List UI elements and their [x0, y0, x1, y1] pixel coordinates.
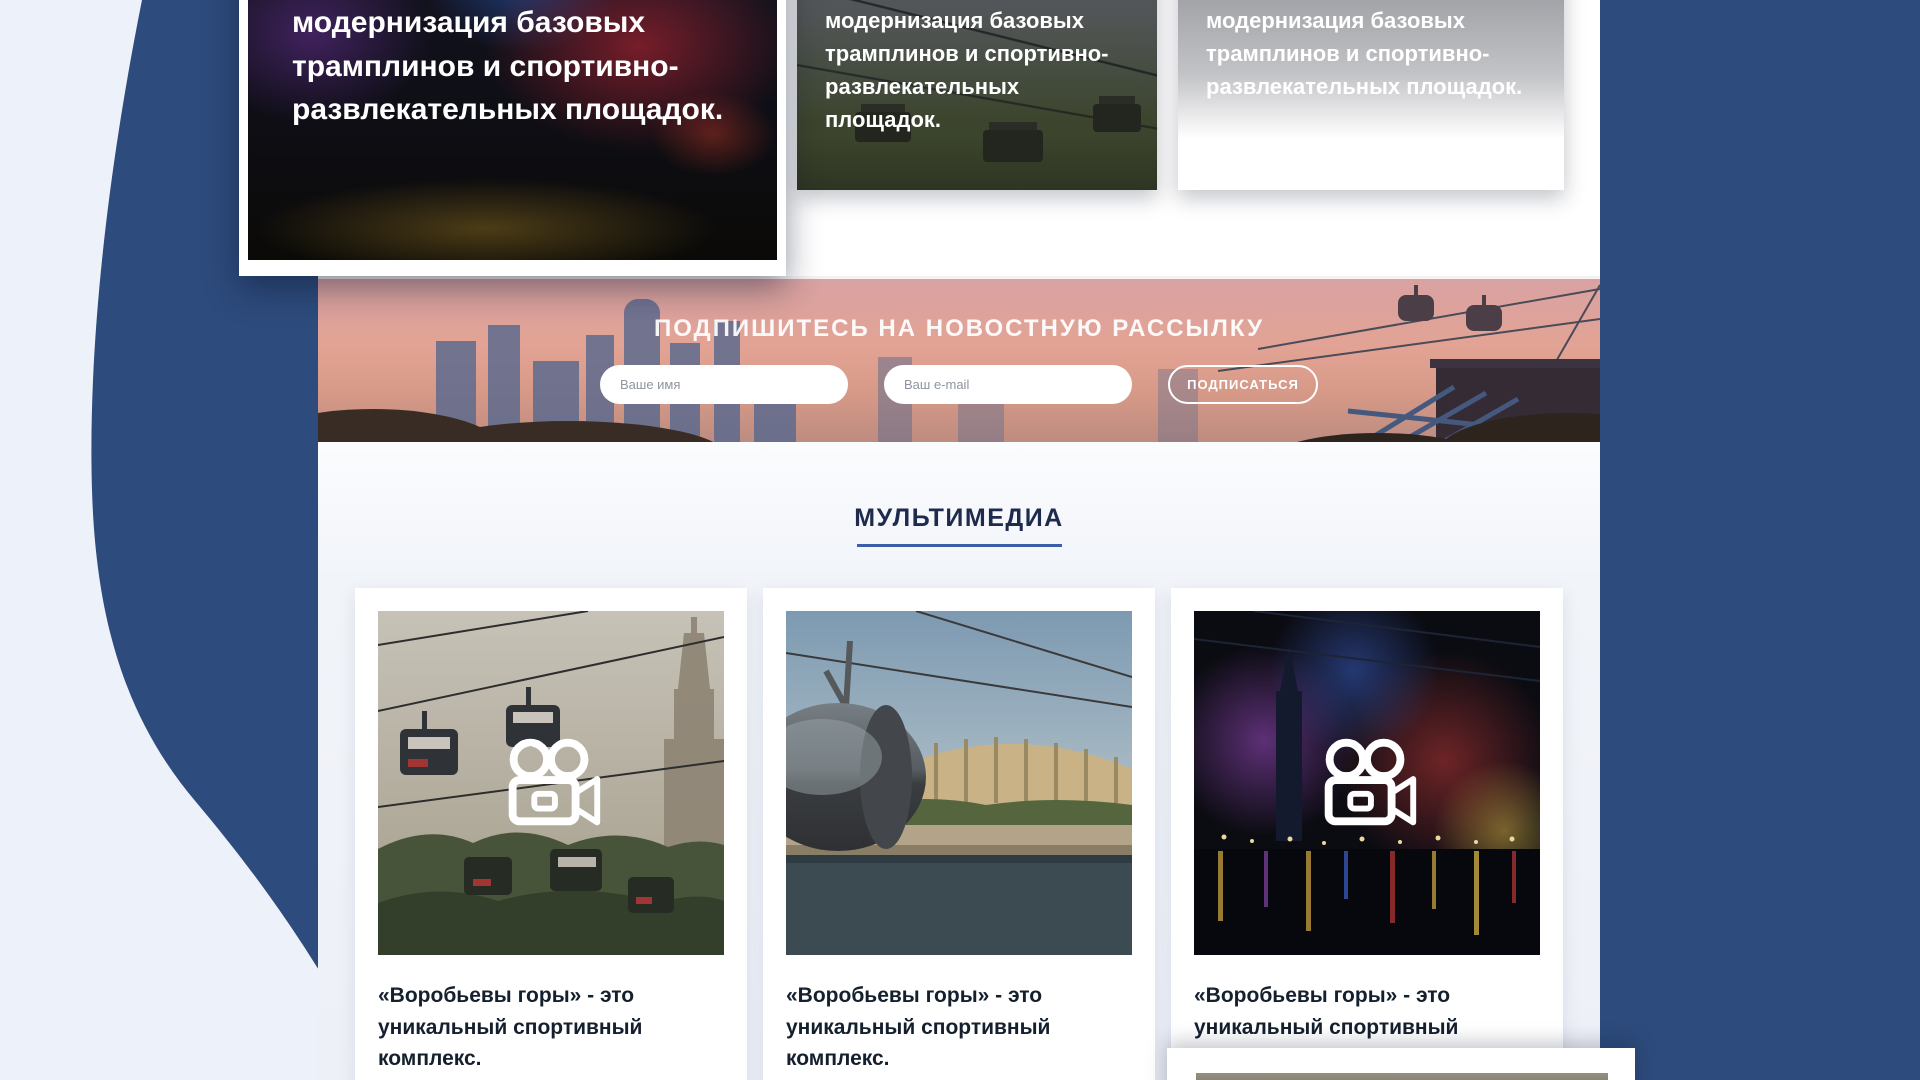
media-caption: «Воробьевы горы» - это уникальный спорти…	[378, 980, 724, 1075]
night-fireworks-image: модернизация базовых трамплинов и спорти…	[248, 0, 777, 260]
media-caption: «Воробьевы горы» - это уникальный спорти…	[786, 980, 1132, 1075]
hero-card-station-interior[interactable]: модернизация базовых трамплинов и спорти…	[1178, 0, 1564, 190]
media-card-night-show[interactable]: «Воробьевы горы» - это уникальный спорти…	[1171, 588, 1563, 1080]
hero-card-night-fireworks[interactable]: модернизация базовых трамплинов и спорти…	[239, 0, 786, 276]
newsletter-form: ПОДПИСАТЬСЯ	[318, 365, 1600, 404]
video-camera-icon	[492, 733, 610, 833]
media-card-cableway-msu[interactable]: «Воробьевы горы» - это уникальный спорти…	[355, 588, 747, 1080]
bottom-popup-panel[interactable]	[1167, 1048, 1635, 1080]
media-thumbnail	[378, 611, 724, 955]
media-thumbnail	[1194, 611, 1540, 955]
name-input[interactable]	[600, 365, 848, 404]
gondola-stadium-image	[786, 611, 1132, 955]
multimedia-title: МУЛЬТИМЕДИА	[318, 504, 1600, 533]
newsletter-banner: ПОДПИШИТЕСЬ НА НОВОСТНУЮ РАССЫЛКУ ПОДПИС…	[318, 276, 1600, 442]
popup-preview-image	[1196, 1073, 1608, 1080]
media-thumbnail	[786, 611, 1132, 955]
newsletter-title: ПОДПИШИТЕСЬ НА НОВОСТНУЮ РАССЫЛКУ	[318, 315, 1600, 343]
multimedia-section: МУЛЬТИМЕДИА	[318, 442, 1600, 1080]
title-underline	[857, 544, 1062, 547]
multimedia-card-row: «Воробьевы горы» - это уникальный спорти…	[318, 588, 1600, 1080]
email-input[interactable]	[884, 365, 1132, 404]
hero-card-cableway-day[interactable]: модернизация базовых трамплинов и спорти…	[797, 0, 1157, 190]
hero-card-text: модернизация базовых трамплинов и спорти…	[1178, 0, 1564, 103]
hero-card-text: модернизация базовых трамплинов и спорти…	[797, 0, 1157, 136]
video-camera-icon	[1308, 733, 1426, 833]
hero-card-text: модернизация базовых трамплинов и спорти…	[248, 0, 777, 132]
city-skyline-image	[318, 279, 1600, 442]
subscribe-button[interactable]: ПОДПИСАТЬСЯ	[1168, 365, 1318, 404]
media-card-gondola-stadium[interactable]: «Воробьевы горы» - это уникальный спорти…	[763, 588, 1155, 1080]
